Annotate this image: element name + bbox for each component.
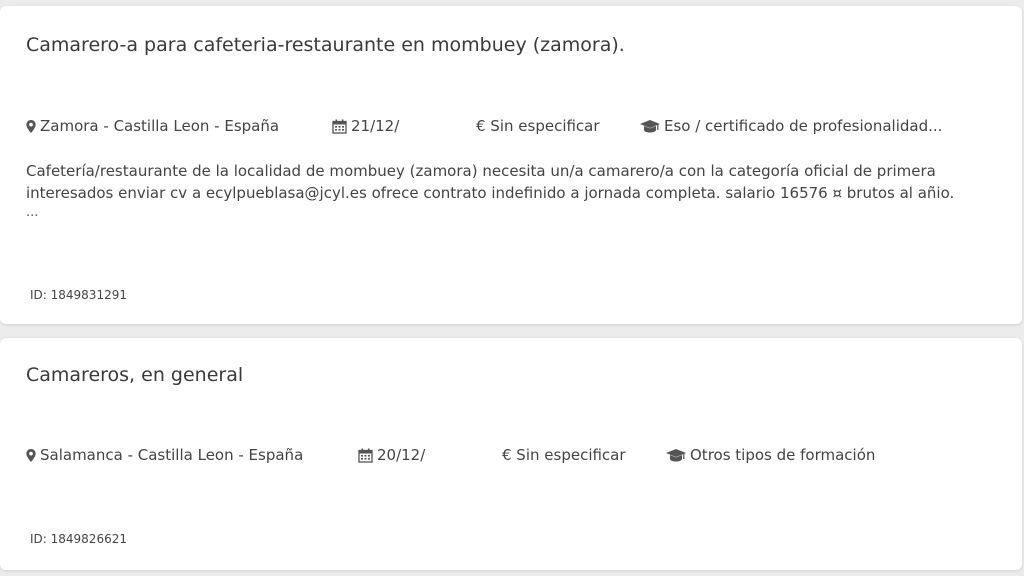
- job-location: Salamanca - Castilla Leon - España: [26, 444, 303, 466]
- job-id: ID: 1849831291: [30, 288, 127, 302]
- job-card[interactable]: Camareros, en general Salamanca - Castil…: [0, 338, 1022, 570]
- job-description: Cafetería/restaurante de la localidad de…: [26, 160, 986, 222]
- job-description-ellipsis: ...: [26, 205, 39, 220]
- job-date: 21/12/: [332, 115, 399, 137]
- job-date-text: 20/12/: [377, 446, 426, 464]
- map-marker-icon: [26, 448, 36, 462]
- job-location-text: Zamora - Castilla Leon - España: [40, 117, 280, 135]
- calendar-icon: [332, 119, 347, 134]
- job-list: Camarero-a para cafeteria-restaurante en…: [0, 0, 1024, 576]
- job-education-text: Eso / certificado de profesionalidad...: [664, 117, 943, 135]
- job-location-text: Salamanca - Castilla Leon - España: [40, 446, 304, 464]
- graduation-cap-icon: [640, 119, 660, 132]
- job-salary: € Sin especificar: [502, 444, 626, 466]
- calendar-icon: [358, 448, 373, 463]
- job-id: ID: 1849826621: [30, 532, 127, 546]
- job-date: 20/12/: [358, 444, 425, 466]
- job-salary: € Sin especificar: [476, 115, 600, 137]
- graduation-cap-icon: [666, 448, 686, 461]
- job-title[interactable]: Camareros, en general: [26, 364, 243, 386]
- job-education-text: Otros tipos de formación: [690, 446, 876, 464]
- job-location: Zamora - Castilla Leon - España: [26, 115, 279, 137]
- job-salary-text: € Sin especificar: [476, 117, 600, 135]
- job-title[interactable]: Camarero-a para cafeteria-restaurante en…: [26, 34, 625, 56]
- job-education: Eso / certificado de profesionalidad...: [640, 115, 942, 137]
- map-marker-icon: [26, 119, 36, 133]
- job-description-text: Cafetería/restaurante de la localidad de…: [26, 162, 955, 202]
- job-card[interactable]: Camarero-a para cafeteria-restaurante en…: [0, 6, 1022, 324]
- job-salary-text: € Sin especificar: [502, 446, 626, 464]
- job-date-text: 21/12/: [351, 117, 400, 135]
- job-education: Otros tipos de formación: [666, 444, 875, 466]
